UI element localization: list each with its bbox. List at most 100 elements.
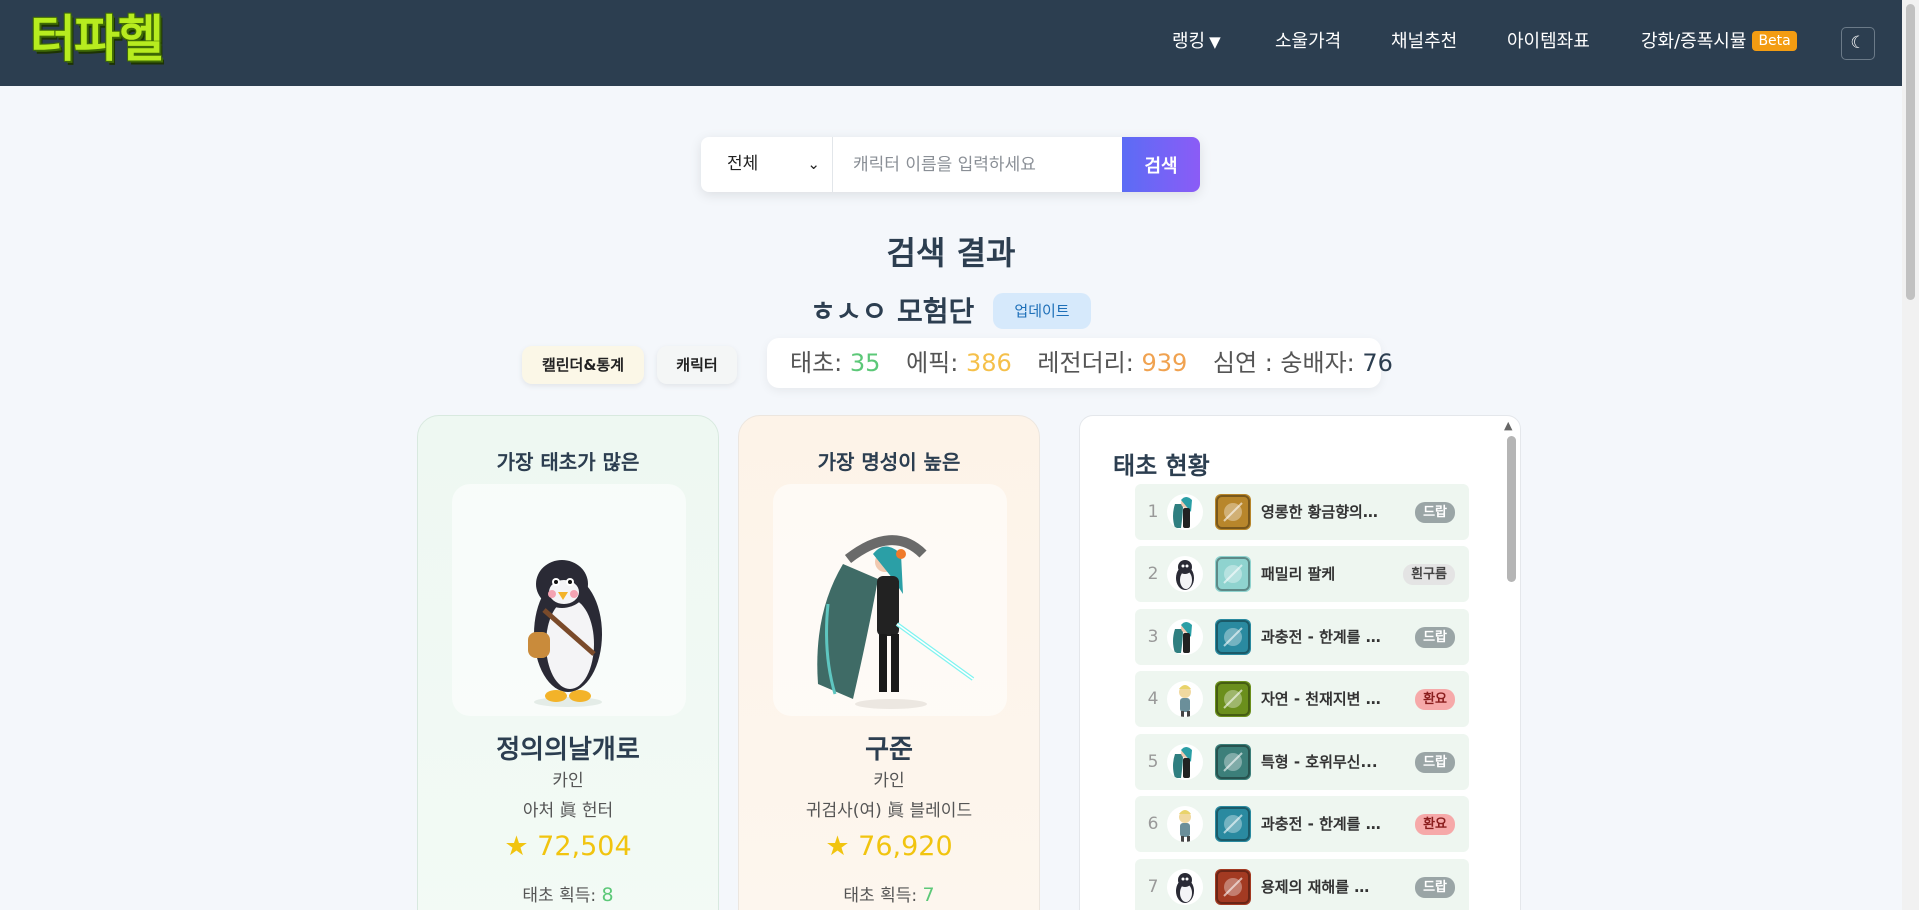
penguin-character-icon <box>528 560 602 707</box>
page-scrollbar-thumb[interactable] <box>1906 4 1915 300</box>
acquisition-badge: 환요 <box>1415 689 1455 710</box>
item-name: 패밀리 팔케 <box>1261 565 1336 583</box>
top-navbar: 터파헬 랭킹 ▼ 소울가격 채널추천 아이템좌표 강화/증폭시뮬 Beta ☾ <box>0 0 1902 86</box>
legendary-stat-label: 레전더리: <box>1037 349 1134 377</box>
character-name: 구준 <box>865 735 913 765</box>
item-icon <box>1215 806 1251 842</box>
nav-item-coordinates[interactable]: 아이템좌표 <box>1507 28 1590 56</box>
taecho-count-label: 태초 획득: <box>522 886 602 906</box>
character-server: 카인 <box>873 771 905 791</box>
taecho-status-panel: 태초 현황 ▲ 1 영롱한 황금향의 ... 드랍 2 패밀리 팔케 흰구름 3 과충전 - … <box>1079 415 1521 910</box>
character-search-input[interactable] <box>833 137 1122 192</box>
rank-number: 4 <box>1147 689 1159 709</box>
taecho-list-item[interactable]: 7 용제의 재해를 막... 드랍 <box>1135 859 1469 910</box>
character-taecho-count: 태초 획득: 8 <box>418 881 718 906</box>
character-avatar-icon <box>1167 494 1203 530</box>
item-name: 과충전 - 한계를 ... <box>1261 815 1381 833</box>
taecho-list-item[interactable]: 2 패밀리 팔케 흰구름 <box>1135 546 1469 602</box>
tab-characters[interactable]: 캐릭터 <box>657 346 737 384</box>
rank-number: 1 <box>1147 502 1159 522</box>
rank-number: 3 <box>1147 627 1159 647</box>
character-avatar-icon <box>1167 681 1203 717</box>
epic-stat-value: 386 <box>965 349 1012 377</box>
acquisition-badge: 환요 <box>1415 814 1455 835</box>
rank-number: 2 <box>1147 564 1159 584</box>
site-logo[interactable]: 터파헬 <box>30 8 164 70</box>
taecho-list-item[interactable]: 3 과충전 - 한계를 ... 드랍 <box>1135 609 1469 665</box>
acquisition-badge: 드랍 <box>1415 627 1455 648</box>
nav-ranking[interactable]: 랭킹 ▼ <box>1172 28 1221 56</box>
character-avatar-icon <box>1167 556 1203 592</box>
character-class: 귀검사(여) 眞 블레이드 <box>805 801 973 821</box>
nav-soul-price[interactable]: 소울가격 <box>1275 28 1341 56</box>
taecho-stat-label: 태초: <box>790 349 843 377</box>
item-icon <box>1215 744 1251 780</box>
item-name: 자연 - 천재지변 ... <box>1261 690 1381 708</box>
item-icon <box>1215 619 1251 655</box>
acquisition-badge: 드랍 <box>1415 752 1455 773</box>
item-name: 과충전 - 한계를 ... <box>1261 628 1381 646</box>
nav-ranking-label: 랭킹 <box>1172 31 1206 52</box>
chevron-down-icon: ⌄ <box>807 155 820 173</box>
update-button[interactable]: 업데이트 <box>993 293 1091 329</box>
rank-number: 5 <box>1147 752 1159 772</box>
adventure-group-name: ㅎㅅㅇ 모험단 <box>810 295 975 328</box>
character-class: 아처 眞 헌터 <box>522 801 614 821</box>
panel-scrollbar-thumb[interactable] <box>1507 436 1516 582</box>
epic-stat-label: 에픽: <box>906 349 959 377</box>
moon-icon: ☾ <box>1850 33 1866 53</box>
taecho-list-item[interactable]: 1 영롱한 황금향의 ... 드랍 <box>1135 484 1469 540</box>
character-avatar-icon <box>1167 869 1203 905</box>
item-name: 특형 - 호위무신... <box>1261 753 1378 771</box>
abyss-stat-value: 76 <box>1362 349 1393 377</box>
card-title: 가장 명성이 높은 <box>817 450 961 474</box>
nav-enhance-simulator[interactable]: 강화/증폭시뮬 Beta <box>1641 28 1797 56</box>
character-portrait <box>773 484 1007 716</box>
item-icon <box>1215 494 1251 530</box>
taecho-count-value: 8 <box>601 884 614 906</box>
acquisition-badge: 흰구름 <box>1403 564 1455 585</box>
page-scrollbar[interactable] <box>1902 0 1919 910</box>
abyss-stat-label: 심연 : 숭배자: <box>1212 349 1355 377</box>
search-bar: 전체 ⌄ 검색 <box>701 137 1200 192</box>
taecho-list-item[interactable]: 5 특형 - 호위무신... 드랍 <box>1135 734 1469 790</box>
rank-number: 6 <box>1147 814 1159 834</box>
taecho-stat-value: 35 <box>849 349 881 377</box>
blade-character-icon <box>817 535 975 709</box>
server-select[interactable]: 전체 ⌄ <box>701 137 833 192</box>
item-stats-summary: 태초: 35 에픽: 386 레전더리: 939 심연 : 숭배자: 76 <box>767 338 1393 388</box>
nav-enhance-simulator-label: 강화/증폭시뮬 <box>1641 31 1747 52</box>
item-icon <box>1215 869 1251 905</box>
character-avatar-icon <box>1167 744 1203 780</box>
character-avatar-icon <box>1167 806 1203 842</box>
character-fame: ★ 76,920 <box>825 831 953 862</box>
item-name: 용제의 재해를 막... <box>1261 878 1381 896</box>
server-select-value: 전체 <box>727 154 759 174</box>
taecho-list-item[interactable]: 6 과충전 - 한계를 ... 환요 <box>1135 796 1469 852</box>
scroll-up-icon[interactable]: ▲ <box>1504 419 1512 432</box>
item-name: 영롱한 황금향의 ... <box>1261 503 1381 521</box>
taecho-count-label: 태초 획득: <box>843 886 923 906</box>
taecho-count-value: 7 <box>922 884 935 906</box>
character-portrait <box>452 484 686 716</box>
most-taecho-card[interactable]: 가장 태초가 많은 정의의날개로 카인 아처 眞 헌터 ★ 72,504 태초 … <box>417 415 719 910</box>
tab-calendar-stats[interactable]: 캘린더&통계 <box>522 346 644 384</box>
legendary-stat-value: 939 <box>1141 349 1188 377</box>
caret-down-icon: ▼ <box>1209 33 1221 51</box>
page-title: 검색 결과 <box>886 234 1016 272</box>
item-icon <box>1215 556 1251 592</box>
beta-badge: Beta <box>1752 31 1797 51</box>
highest-fame-card[interactable]: 가장 명성이 높은 구준 카인 귀검사(여) 眞 블레이드 ★ 76,920 태… <box>738 415 1040 910</box>
character-name: 정의의날개로 <box>496 735 640 765</box>
acquisition-badge: 드랍 <box>1415 877 1455 898</box>
search-button[interactable]: 검색 <box>1122 137 1200 192</box>
character-server: 카인 <box>552 771 584 791</box>
taecho-list-item[interactable]: 4 자연 - 천재지변 ... 환요 <box>1135 671 1469 727</box>
theme-toggle-button[interactable]: ☾ <box>1841 27 1875 60</box>
card-title: 가장 태초가 많은 <box>496 450 640 474</box>
nav-channel-recommend[interactable]: 채널추천 <box>1391 28 1457 56</box>
character-fame: ★ 72,504 <box>504 831 632 862</box>
item-icon <box>1215 681 1251 717</box>
character-avatar-icon <box>1167 619 1203 655</box>
rank-number: 7 <box>1147 877 1159 897</box>
